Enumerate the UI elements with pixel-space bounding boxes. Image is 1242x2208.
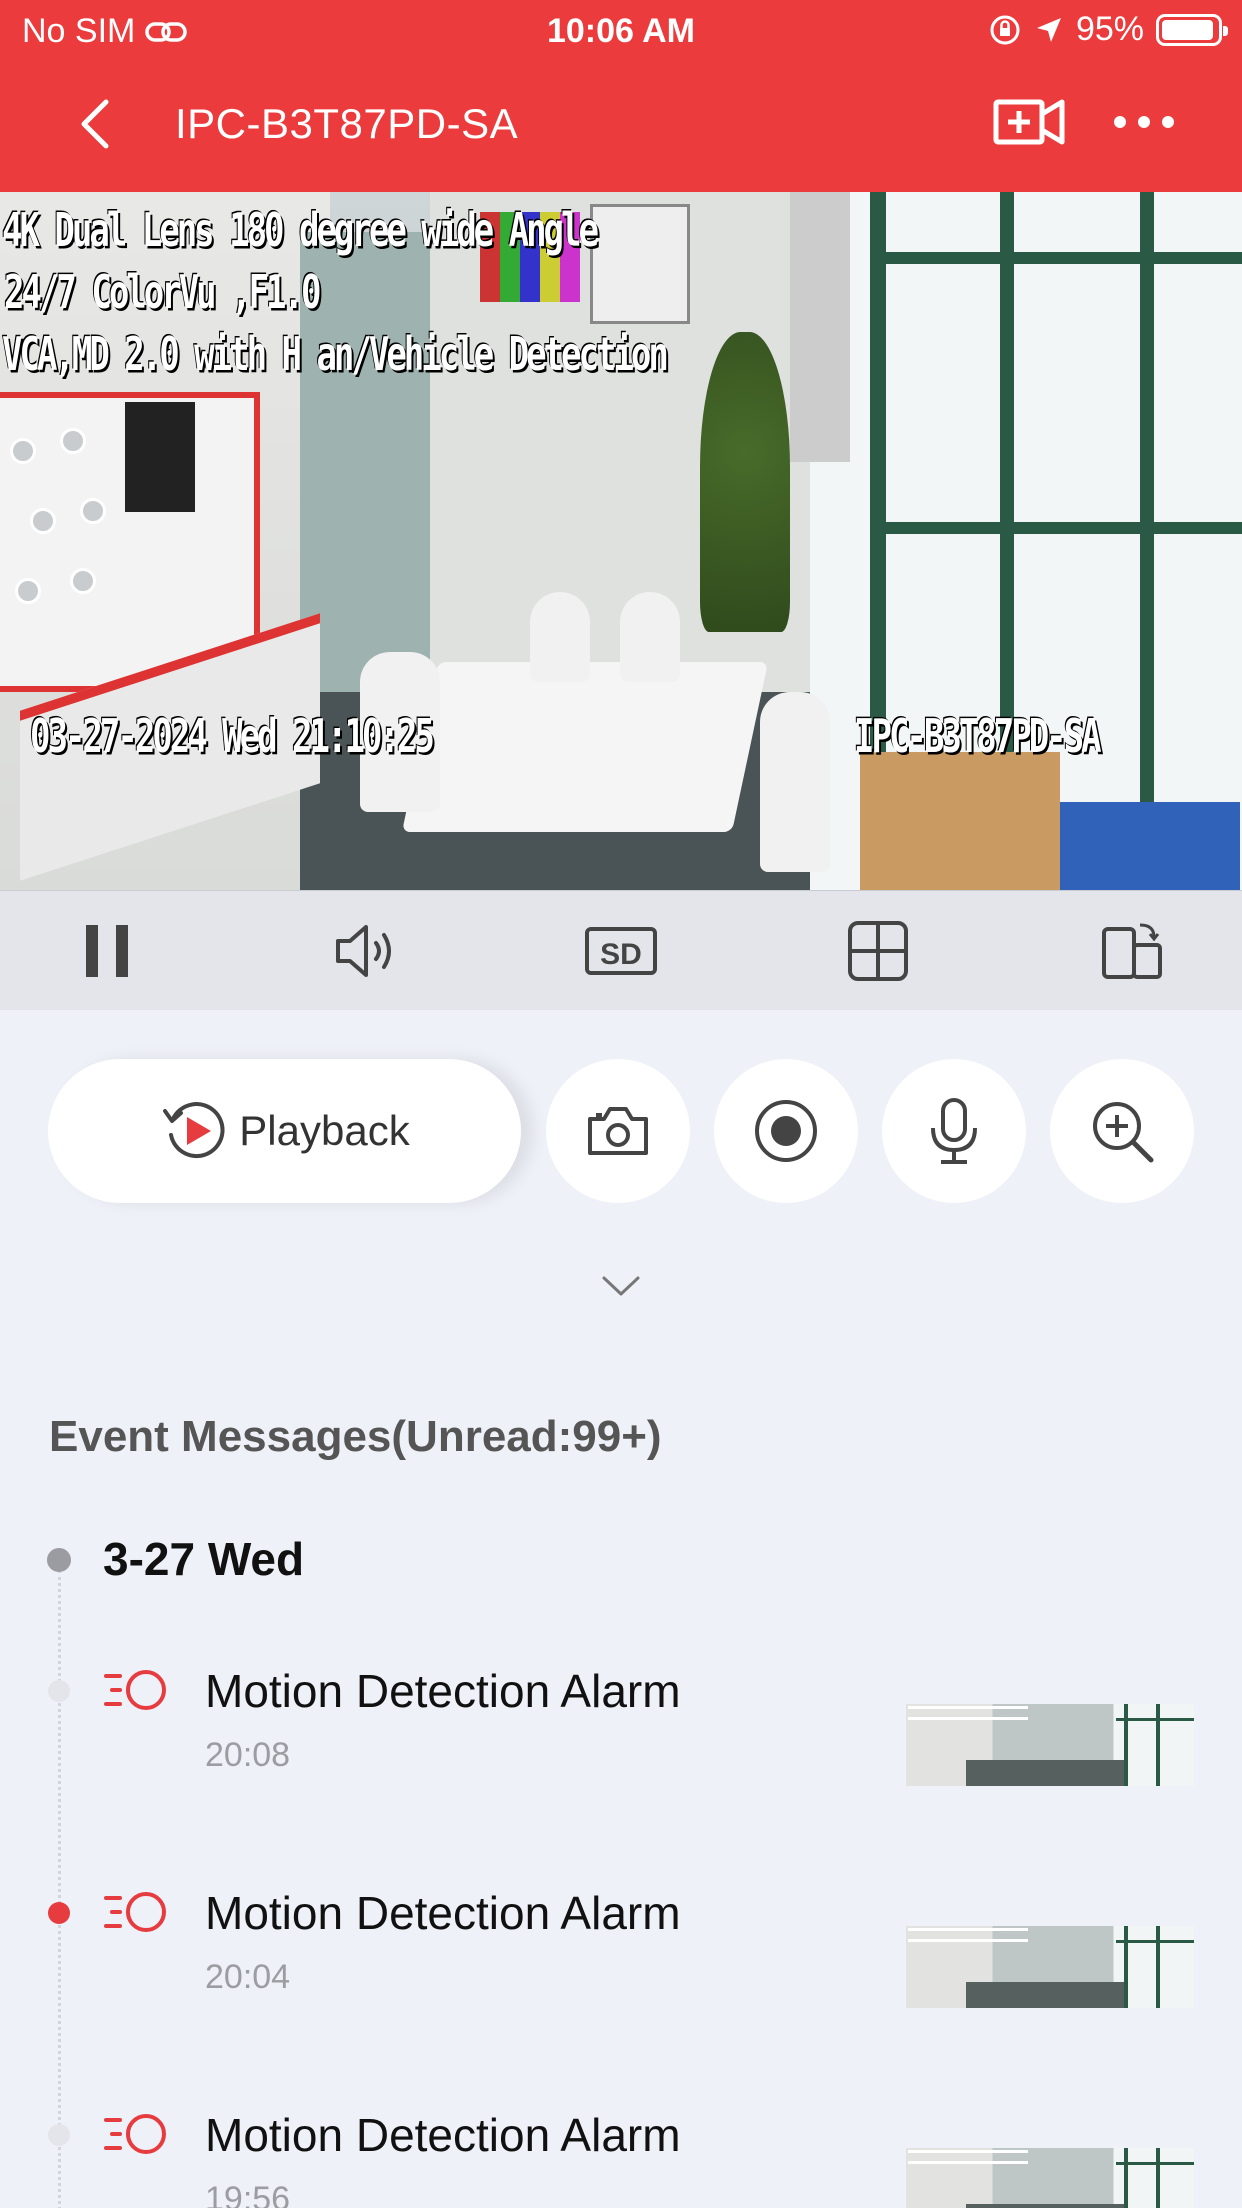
- battery-icon: [1156, 13, 1228, 46]
- grid-icon[interactable]: [846, 921, 910, 981]
- video-scene-poster: [790, 192, 850, 462]
- osd-line-2: 24/7 ColorVu ,F1.0: [4, 266, 321, 320]
- player-controls: SD: [0, 890, 1242, 1010]
- event-thumbnail[interactable]: [906, 2148, 1194, 2208]
- video-scene-door: [300, 232, 440, 702]
- page-title: IPC-B3T87PD-SA: [175, 100, 519, 147]
- video-add-icon[interactable]: [992, 92, 1066, 152]
- record-icon: [755, 1100, 817, 1162]
- event-title: Motion Detection Alarm: [205, 2109, 681, 2161]
- pause-icon[interactable]: [78, 921, 142, 981]
- motion-alarm-icon: [104, 2114, 166, 2154]
- status-right: 95%: [988, 10, 1228, 49]
- expand-chevron-icon[interactable]: [600, 1270, 642, 1300]
- talk-button[interactable]: [882, 1059, 1026, 1203]
- video-scene-boxes: [860, 752, 1060, 890]
- camera-icon: [588, 1107, 648, 1155]
- quality-toggle[interactable]: SD: [584, 921, 658, 981]
- osd-line-1: 4K Dual Lens 180 degree wide Angle: [2, 204, 599, 258]
- event-time: 20:08: [205, 1736, 291, 1774]
- quality-label: SD: [600, 938, 642, 971]
- unread-status-dot: [48, 1902, 70, 1924]
- snapshot-button[interactable]: [546, 1059, 690, 1203]
- event-item[interactable]: Motion Detection Alarm 19:56: [0, 2108, 1242, 2208]
- event-item[interactable]: Motion Detection Alarm 20:08: [0, 1664, 1242, 1864]
- playback-icon: [163, 1102, 225, 1158]
- events-title: Event Messages(Unread:99+): [49, 1412, 662, 1461]
- event-item[interactable]: Motion Detection Alarm 20:04: [0, 1886, 1242, 2086]
- status-bar: No SIM 10:06 AM 95%: [0, 0, 1242, 62]
- event-thumbnail[interactable]: [906, 1704, 1194, 1786]
- playback-button[interactable]: Playback: [48, 1059, 521, 1203]
- orientation-lock-icon: [990, 15, 1020, 44]
- video-scene-plant: [700, 332, 790, 632]
- video-scene-tv: [125, 402, 195, 512]
- read-status-dot: [48, 2124, 70, 2146]
- top-bar: No SIM 10:06 AM 95% IPC-B3T87PD-SA: [0, 0, 1242, 192]
- location-arrow-icon: [1036, 17, 1061, 42]
- microphone-icon: [931, 1098, 977, 1164]
- event-thumbnail[interactable]: [906, 1926, 1194, 2008]
- event-time: 20:04: [205, 1958, 291, 1996]
- zoom-button[interactable]: [1050, 1059, 1194, 1203]
- osd-camera-name: IPC-B3T87PD-SA: [854, 710, 1102, 764]
- motion-alarm-icon: [104, 1892, 166, 1932]
- playback-label: Playback: [239, 1107, 410, 1154]
- speaker-icon[interactable]: [332, 921, 396, 981]
- video-scene-chair: [760, 692, 830, 872]
- video-scene-chair: [620, 592, 680, 682]
- video-scene-table: [401, 662, 769, 832]
- back-chevron-icon[interactable]: [68, 94, 128, 154]
- battery-fill: [1162, 19, 1214, 40]
- date-label: 3-27 Wed: [103, 1533, 305, 1585]
- osd-timestamp: 03-27-2024 Wed 21:10:25: [30, 710, 435, 764]
- nav-bar: IPC-B3T87PD-SA: [0, 62, 1242, 192]
- battery-percent: 95%: [1075, 10, 1144, 48]
- zoom-in-icon: [1093, 1102, 1154, 1163]
- video-scene-boxes-blue: [1060, 802, 1240, 890]
- event-title: Motion Detection Alarm: [205, 1887, 681, 1939]
- more-dots-icon[interactable]: [1112, 102, 1176, 142]
- motion-alarm-icon: [104, 1670, 166, 1710]
- video-scene-test-chart: [590, 204, 690, 324]
- osd-line-3: VCA,MD 2.0 with H an/Vehicle Detection: [2, 328, 669, 382]
- date-dot: [47, 1548, 71, 1572]
- read-status-dot: [48, 1680, 70, 1702]
- video-scene-chair: [530, 592, 590, 682]
- event-time: 19:56: [205, 2180, 291, 2208]
- record-button[interactable]: [714, 1059, 858, 1203]
- rotate-screen-icon[interactable]: [1100, 921, 1164, 981]
- event-title: Motion Detection Alarm: [205, 1665, 681, 1717]
- sd-badge-icon: SD: [585, 927, 657, 975]
- live-video[interactable]: 4K Dual Lens 180 degree wide Angle 24/7 …: [0, 192, 1242, 890]
